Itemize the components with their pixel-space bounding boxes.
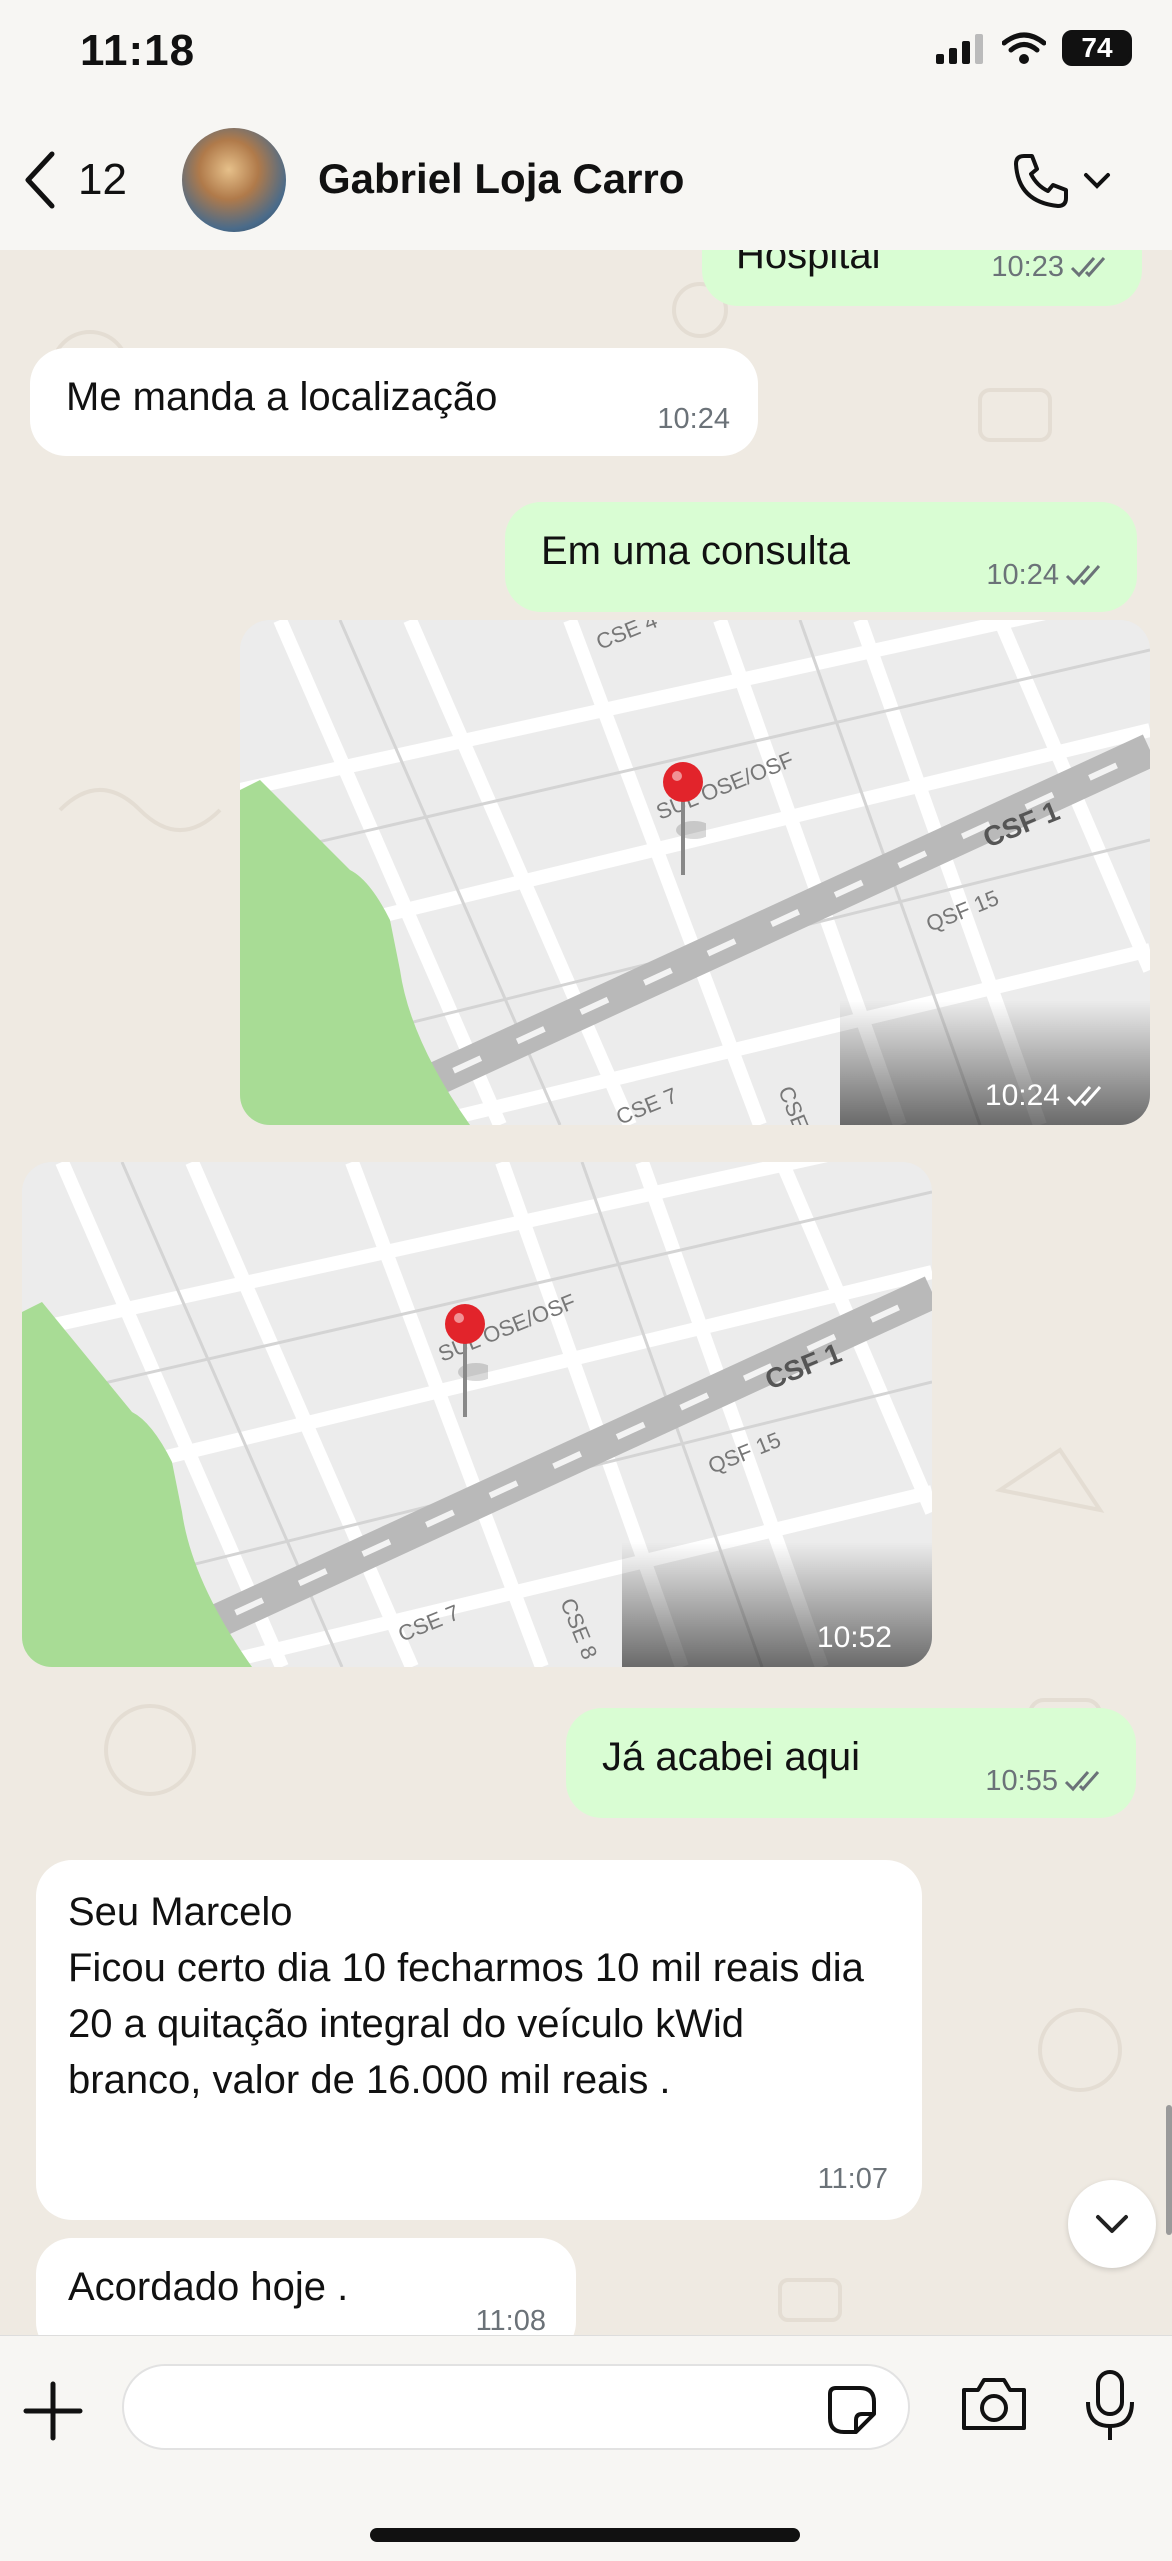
- message-meta: 11:08: [476, 2294, 546, 2335]
- home-indicator[interactable]: [370, 2528, 800, 2542]
- message-bubble-incoming[interactable]: Me manda a localização 10:24: [30, 348, 758, 456]
- message-time: 10:24: [984, 1079, 1060, 1112]
- status-bar: 11:18 74: [0, 0, 1172, 110]
- status-icons: 74: [934, 30, 1132, 66]
- signal-icon: [936, 34, 983, 64]
- message-time: 10:52: [816, 1621, 892, 1654]
- map-pin-icon: [445, 1304, 488, 1417]
- sticker-icon[interactable]: [826, 2384, 878, 2436]
- message-bubble-outgoing[interactable]: Em uma consulta 10:24: [505, 502, 1137, 612]
- message-time: 10:55: [985, 1765, 1058, 1797]
- message-time: 11:08: [475, 2305, 546, 2335]
- message-text: Em uma consulta: [541, 529, 851, 573]
- message-text: Já acabei aqui: [602, 1735, 860, 1779]
- message-input[interactable]: [122, 2364, 910, 2450]
- message-meta: 10:55: [985, 1754, 1108, 1808]
- read-receipt-icon: [1065, 565, 1101, 586]
- message-meta: 10:24: [985, 1079, 1110, 1113]
- message-time: 10:24: [986, 559, 1059, 591]
- message-text: Me manda a localização: [66, 375, 498, 419]
- camera-icon[interactable]: [958, 2374, 1030, 2434]
- chevron-down-icon: [1084, 173, 1110, 189]
- message-bubble-incoming[interactable]: Seu Marcelo Ficou certo dia 10 fecharmos…: [36, 1860, 922, 2220]
- message-text: Seu Marcelo Ficou certo dia 10 fecharmos…: [68, 1890, 864, 2102]
- battery-indicator: 74: [1062, 30, 1132, 66]
- message-list[interactable]: Hospital 10:23 Me manda a localização 10…: [0, 250, 1172, 2335]
- message-time: 10:24: [657, 403, 730, 435]
- chat-header: 12 Gabriel Loja Carro: [0, 110, 1172, 251]
- chevron-left-icon: [25, 151, 55, 209]
- status-time: 11:18: [80, 26, 196, 75]
- message-bubble-incoming[interactable]: Acordado hoje . 11:08: [36, 2238, 576, 2335]
- message-time: 10:23: [991, 251, 1064, 283]
- message-meta: 10:52: [817, 1621, 892, 1655]
- unread-count: 12: [78, 155, 127, 204]
- message-meta: 11:07: [818, 2152, 888, 2206]
- message-meta: 10:24: [986, 548, 1109, 602]
- scroll-to-bottom-button[interactable]: [1068, 2180, 1156, 2268]
- read-receipt-icon: [1070, 257, 1106, 278]
- call-button[interactable]: [1010, 150, 1112, 212]
- read-receipt-icon: [1064, 1771, 1100, 1792]
- message-bubble-outgoing[interactable]: Hospital 10:23: [702, 250, 1142, 306]
- map-pin-icon: [663, 762, 706, 875]
- phone-icon: [1014, 154, 1068, 208]
- message-bubble-outgoing[interactable]: Já acabei aqui 10:55: [566, 1708, 1136, 1818]
- microphone-icon[interactable]: [1080, 2368, 1140, 2444]
- chevron-down-icon: [1096, 2215, 1128, 2233]
- message-meta: 10:24: [657, 392, 730, 446]
- scroll-indicator[interactable]: [1166, 2105, 1172, 2235]
- avatar[interactable]: [182, 128, 286, 232]
- message-text: Hospital: [736, 250, 881, 277]
- contact-name[interactable]: Gabriel Loja Carro: [318, 155, 684, 203]
- location-message-incoming[interactable]: SUL OSE/OSF CSF 1 QSF 15 CSE 7 CSE 8 10:…: [22, 1162, 932, 1667]
- message-meta: 10:23: [991, 250, 1114, 294]
- back-button[interactable]: 12: [22, 150, 127, 210]
- plus-icon[interactable]: [18, 2376, 88, 2446]
- read-receipt-icon: [1066, 1086, 1102, 1107]
- wifi-icon: [1002, 32, 1046, 64]
- location-message-outgoing[interactable]: CSE 4 SUL OSE/OSF CSF 1 QSF 15 CSE 7 CSE…: [240, 620, 1150, 1125]
- message-time: 11:07: [817, 2163, 888, 2195]
- message-text: Acordado hoje .: [68, 2265, 349, 2309]
